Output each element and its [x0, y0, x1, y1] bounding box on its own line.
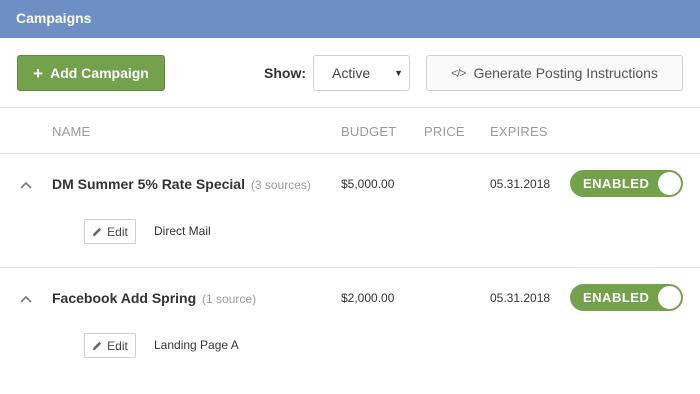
campaign-row: DM Summer 5% Rate Special (3 sources) $5…	[0, 155, 700, 268]
campaign-expires: 05.31.2018	[490, 291, 551, 305]
toolbar: + Add Campaign Show: Active ▼ </> Genera…	[0, 38, 700, 108]
generate-label: Generate Posting Instructions	[473, 65, 658, 81]
code-icon: </>	[451, 66, 466, 80]
chevron-up-icon[interactable]	[19, 178, 33, 192]
toggle-label: ENABLED	[583, 290, 650, 305]
campaign-row: Facebook Add Spring (1 source) $2,000.00…	[0, 269, 700, 394]
add-campaign-button[interactable]: + Add Campaign	[17, 55, 165, 91]
campaign-sources-count: (1 source)	[202, 292, 257, 306]
campaign-name-text: DM Summer 5% Rate Special	[52, 176, 245, 192]
edit-source-button[interactable]: Edit	[84, 333, 136, 358]
campaign-name[interactable]: DM Summer 5% Rate Special (3 sources)	[52, 176, 311, 192]
show-label: Show:	[264, 65, 306, 81]
campaign-sources-count: (3 sources)	[250, 178, 311, 192]
toggle-label: ENABLED	[583, 176, 650, 191]
column-header-expires[interactable]: EXPIRES	[490, 124, 548, 139]
page-title: Campaigns	[16, 10, 92, 26]
source-name: Direct Mail	[154, 224, 211, 238]
pencil-icon	[93, 227, 102, 237]
edit-source-button[interactable]: Edit	[84, 219, 136, 244]
edit-label: Edit	[107, 338, 128, 353]
edit-label: Edit	[107, 224, 128, 239]
pencil-icon	[93, 341, 102, 351]
campaign-status-toggle[interactable]: ENABLED	[570, 284, 683, 311]
campaign-name-text: Facebook Add Spring	[52, 290, 197, 306]
campaign-budget: $5,000.00	[341, 177, 395, 191]
header-bar: Campaigns	[0, 0, 700, 38]
show-filter-value: Active	[332, 65, 371, 81]
generate-posting-instructions-button[interactable]: </> Generate Posting Instructions	[426, 55, 683, 91]
campaign-budget: $2,000.00	[341, 291, 395, 305]
caret-down-icon: ▼	[394, 68, 403, 78]
plus-icon: +	[33, 63, 44, 83]
column-header-name[interactable]: NAME	[52, 124, 90, 139]
column-header-price[interactable]: PRICE	[424, 124, 465, 139]
source-name: Landing Page A	[154, 338, 239, 352]
campaign-expires: 05.31.2018	[490, 177, 551, 191]
toggle-knob	[658, 172, 681, 195]
column-header-budget[interactable]: BUDGET	[341, 124, 396, 139]
toggle-knob	[658, 286, 681, 309]
campaign-name[interactable]: Facebook Add Spring (1 source)	[52, 290, 256, 306]
show-filter-select[interactable]: Active ▼	[313, 55, 410, 91]
add-campaign-label: Add Campaign	[50, 65, 149, 81]
campaign-status-toggle[interactable]: ENABLED	[570, 170, 683, 197]
chevron-up-icon[interactable]	[19, 292, 33, 306]
